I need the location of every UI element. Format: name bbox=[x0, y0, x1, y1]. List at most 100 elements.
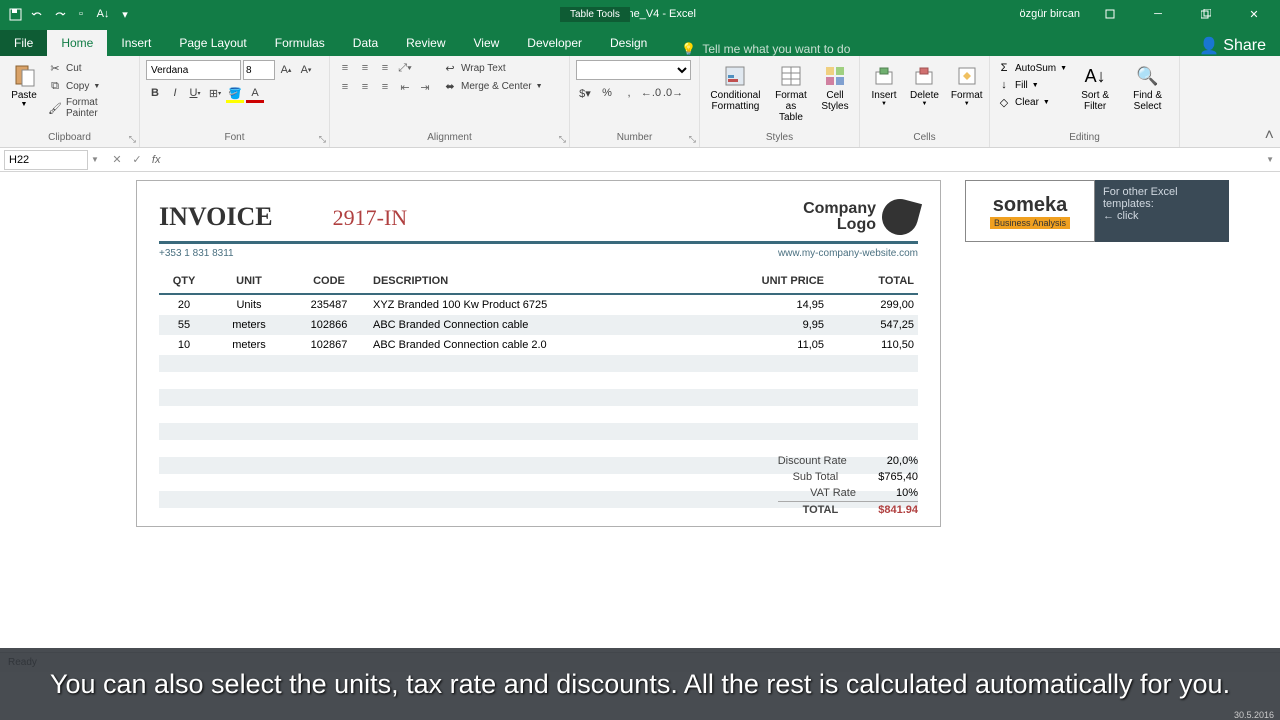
table-row[interactable] bbox=[159, 423, 918, 440]
align-top-icon[interactable]: ≡ bbox=[336, 60, 354, 76]
qat-more-icon[interactable]: ▾ bbox=[118, 7, 132, 21]
qat-icon-1[interactable]: ▫ bbox=[74, 7, 88, 21]
name-box[interactable] bbox=[4, 150, 88, 170]
tab-review[interactable]: Review bbox=[392, 30, 459, 56]
table-row[interactable]: 10meters102867ABC Branded Connection cab… bbox=[159, 335, 918, 355]
tell-me-search[interactable]: 💡 Tell me what you want to do bbox=[661, 42, 850, 56]
table-row[interactable] bbox=[159, 355, 918, 372]
group-alignment: ≡ ≡ ≡ ⤢▾ ≡ ≡ ≡ ⇤ ⇥ ↩Wrap Text ⬌Merge & C… bbox=[330, 56, 570, 147]
insert-cells-button[interactable]: Insert▼ bbox=[866, 60, 902, 109]
table-row[interactable] bbox=[159, 372, 918, 389]
logo-swoosh-icon bbox=[878, 195, 922, 239]
clear-button[interactable]: ◇Clear ▼ bbox=[996, 94, 1068, 110]
number-format-select[interactable] bbox=[576, 60, 691, 80]
tab-developer[interactable]: Developer bbox=[513, 30, 596, 56]
ribbon-options-icon[interactable] bbox=[1092, 0, 1128, 28]
bulb-icon: 💡 bbox=[681, 42, 696, 56]
company-logo: CompanyLogo bbox=[803, 199, 918, 235]
decrease-decimal-icon[interactable]: .0→ bbox=[664, 84, 682, 102]
underline-button[interactable]: U▾ bbox=[186, 84, 204, 102]
accept-formula-icon[interactable]: ✓ bbox=[128, 151, 146, 169]
font-group-label: Font bbox=[146, 130, 323, 145]
table-row[interactable] bbox=[159, 389, 918, 406]
share-button[interactable]: 👤 Share bbox=[1185, 36, 1280, 56]
expand-formula-icon[interactable]: ▼ bbox=[1260, 155, 1280, 164]
align-middle-icon[interactable]: ≡ bbox=[356, 60, 374, 76]
qat-icon-2[interactable]: A↓ bbox=[96, 7, 110, 21]
sort-filter-button[interactable]: A↓Sort & Filter bbox=[1072, 60, 1118, 114]
cells-group-label: Cells bbox=[866, 130, 983, 145]
tab-formulas[interactable]: Formulas bbox=[261, 30, 339, 56]
border-button[interactable]: ⊞▾ bbox=[206, 84, 224, 102]
col-total: TOTAL bbox=[828, 269, 918, 294]
font-launcher-icon[interactable]: ⤡ bbox=[319, 134, 326, 145]
font-family-select[interactable] bbox=[146, 60, 241, 80]
col-desc: DESCRIPTION bbox=[369, 269, 738, 294]
accounting-format-icon[interactable]: $▾ bbox=[576, 84, 594, 102]
clipboard-launcher-icon[interactable]: ⤡ bbox=[129, 134, 136, 145]
group-number: $▾ % , ←.0 .0→ Number ⤡ bbox=[570, 56, 700, 147]
fx-icon[interactable]: fx bbox=[152, 154, 167, 166]
merge-center-button[interactable]: ⬌Merge & Center ▼ bbox=[442, 78, 544, 94]
indent-decrease-icon[interactable]: ⇤ bbox=[396, 79, 414, 95]
tab-file[interactable]: File bbox=[0, 30, 47, 56]
minimize-icon[interactable]: ─ bbox=[1140, 0, 1176, 28]
table-row[interactable] bbox=[159, 406, 918, 423]
paste-button[interactable]: Paste ▼ bbox=[6, 60, 42, 110]
cancel-formula-icon[interactable]: ✕ bbox=[108, 151, 126, 169]
indent-increase-icon[interactable]: ⇥ bbox=[416, 79, 434, 95]
maximize-icon[interactable] bbox=[1188, 0, 1224, 28]
fill-button[interactable]: ↓Fill ▼ bbox=[996, 77, 1068, 93]
wrap-text-button[interactable]: ↩Wrap Text bbox=[442, 60, 544, 76]
close-icon[interactable]: ✕ bbox=[1236, 0, 1272, 28]
cut-button[interactable]: ✂Cut bbox=[46, 60, 133, 76]
number-launcher-icon[interactable]: ⤡ bbox=[689, 134, 696, 145]
tab-page-layout[interactable]: Page Layout bbox=[165, 30, 260, 56]
comma-format-icon[interactable]: , bbox=[620, 84, 638, 102]
sigma-icon: Σ bbox=[997, 61, 1011, 75]
align-center-icon[interactable]: ≡ bbox=[356, 79, 374, 95]
orientation-icon[interactable]: ⤢▾ bbox=[396, 60, 414, 76]
align-left-icon[interactable]: ≡ bbox=[336, 79, 354, 95]
tab-home[interactable]: Home bbox=[47, 30, 107, 56]
delete-cells-button[interactable]: Delete▼ bbox=[906, 60, 943, 109]
format-painter-button[interactable]: 🖌Format Painter bbox=[46, 96, 133, 120]
align-right-icon[interactable]: ≡ bbox=[376, 79, 394, 95]
formula-input[interactable] bbox=[166, 150, 1260, 170]
grow-font-icon[interactable]: A▴ bbox=[277, 61, 295, 79]
font-size-select[interactable] bbox=[243, 60, 275, 80]
context-tab-label: Table Tools bbox=[560, 7, 630, 22]
table-row[interactable]: 20Units235487XYZ Branded 100 Kw Product … bbox=[159, 294, 918, 315]
italic-button[interactable]: I bbox=[166, 84, 184, 102]
align-bottom-icon[interactable]: ≡ bbox=[376, 60, 394, 76]
save-icon[interactable] bbox=[8, 7, 22, 21]
conditional-formatting-button[interactable]: Conditional Formatting bbox=[706, 60, 765, 125]
promo-banner[interactable]: someka Business Analysis For other Excel… bbox=[965, 180, 1229, 242]
tab-design[interactable]: Design bbox=[596, 30, 661, 56]
user-name: özgür bircan bbox=[1019, 8, 1080, 20]
autosum-button[interactable]: ΣAutoSum ▼ bbox=[996, 60, 1068, 76]
bold-button[interactable]: B bbox=[146, 84, 164, 102]
collapse-ribbon-icon[interactable]: ˄ bbox=[1265, 127, 1274, 145]
alignment-launcher-icon[interactable]: ⤡ bbox=[559, 134, 566, 145]
worksheet-area[interactable]: INVOICE 2917-IN CompanyLogo +353 1 831 8… bbox=[0, 172, 1280, 672]
copy-button[interactable]: ⧉Copy ▼ bbox=[46, 78, 133, 94]
font-color-button[interactable]: A bbox=[246, 84, 264, 102]
shrink-font-icon[interactable]: A▾ bbox=[297, 61, 315, 79]
find-select-button[interactable]: 🔍Find & Select bbox=[1122, 60, 1173, 114]
styles-group-label: Styles bbox=[706, 130, 853, 145]
undo-icon[interactable] bbox=[30, 7, 44, 21]
tab-insert[interactable]: Insert bbox=[107, 30, 165, 56]
table-row[interactable]: 55meters102866ABC Branded Connection cab… bbox=[159, 315, 918, 335]
increase-decimal-icon[interactable]: ←.0 bbox=[642, 84, 660, 102]
format-as-table-button[interactable]: Format as Table bbox=[769, 60, 813, 125]
percent-format-icon[interactable]: % bbox=[598, 84, 616, 102]
redo-icon[interactable] bbox=[52, 7, 66, 21]
user-section: özgür bircan ─ ✕ bbox=[1019, 0, 1280, 28]
format-cells-button[interactable]: Format▼ bbox=[947, 60, 987, 109]
tab-view[interactable]: View bbox=[460, 30, 514, 56]
cell-styles-button[interactable]: Cell Styles bbox=[817, 60, 853, 125]
tab-data[interactable]: Data bbox=[339, 30, 392, 56]
clipboard-group-label: Clipboard bbox=[6, 130, 133, 145]
fill-color-button[interactable]: 🪣 bbox=[226, 84, 244, 102]
